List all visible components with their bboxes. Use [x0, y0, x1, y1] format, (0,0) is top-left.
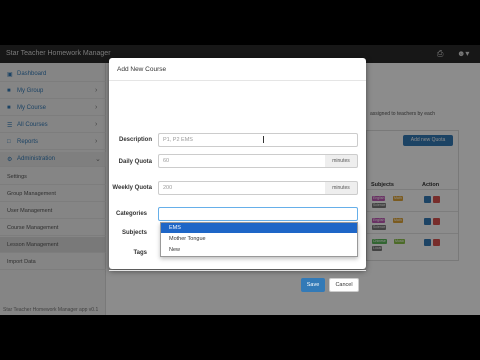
- weekly-quota-unit: minutes: [325, 181, 358, 195]
- weekly-quota-input[interactable]: 200: [158, 181, 326, 195]
- modal-header-divider: [109, 80, 366, 81]
- cancel-button[interactable]: Cancel: [329, 278, 359, 292]
- video-frame: Star Teacher Homework Manager ⎙ ☻▾ ▣ Das…: [0, 0, 480, 360]
- add-course-modal: Add New Course Description P1, P2 EMS Da…: [109, 58, 366, 292]
- daily-quota-label: Daily Quota: [118, 159, 152, 165]
- app-window: Star Teacher Homework Manager ⎙ ☻▾ ▣ Das…: [0, 45, 480, 315]
- category-option-mother-tongue[interactable]: Mother Tongue: [161, 234, 357, 244]
- categories-label: Categories: [115, 211, 147, 217]
- modal-title: Add New Course: [117, 66, 167, 73]
- daily-quota-input[interactable]: 60: [158, 154, 326, 168]
- modal-footer-divider: [109, 270, 366, 271]
- description-input[interactable]: P1, P2 EMS: [158, 133, 358, 147]
- category-option-new[interactable]: New: [161, 245, 357, 255]
- text-cursor: [263, 136, 264, 143]
- subjects-label: Subjects: [121, 230, 147, 236]
- category-option-ems[interactable]: EMS: [161, 223, 357, 233]
- categories-select[interactable]: [158, 207, 358, 221]
- categories-dropdown: EMS Mother Tongue New: [160, 222, 358, 257]
- weekly-quota-label: Weekly Quota: [112, 185, 152, 191]
- tags-label: Tags: [133, 250, 147, 256]
- save-button[interactable]: Save: [301, 278, 325, 292]
- description-label: Description: [118, 137, 152, 143]
- daily-quota-unit: minutes: [325, 154, 358, 168]
